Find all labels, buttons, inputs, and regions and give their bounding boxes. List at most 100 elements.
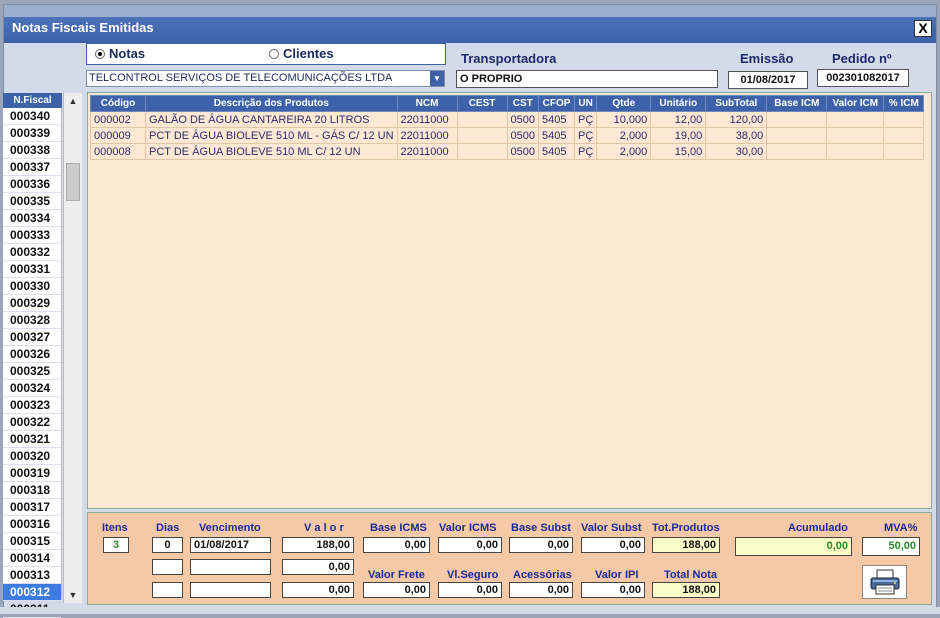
nfiscal-list-item[interactable]: 000333 xyxy=(3,227,61,244)
nfiscal-list-item[interactable]: 000320 xyxy=(3,448,61,465)
radio-notas-dot[interactable] xyxy=(95,48,105,59)
column-header[interactable]: NCM xyxy=(396,95,458,112)
radio-clientes[interactable]: Clientes xyxy=(269,46,334,61)
transportadora-field[interactable]: O PROPRIO xyxy=(456,70,718,88)
client-select-value: TELCONTROL SERVIÇOS DE TELECOMUNICAÇÕES … xyxy=(89,72,393,84)
valor-field-3[interactable]: 0,00 xyxy=(282,582,354,598)
table-cell: 2,000 xyxy=(596,127,652,144)
nfiscal-list-item[interactable]: 000335 xyxy=(3,193,61,210)
nfiscal-list-item[interactable]: 000313 xyxy=(3,567,61,584)
column-header[interactable]: Base ICM xyxy=(766,95,828,112)
table-cell: 22011000 xyxy=(396,127,458,144)
nfiscal-list-item[interactable]: 000337 xyxy=(3,159,61,176)
scroll-thumb[interactable] xyxy=(66,163,80,201)
table-cell: 5405 xyxy=(538,127,576,144)
dias-field-2[interactable] xyxy=(152,559,183,575)
nfiscal-list-item[interactable]: 000332 xyxy=(3,244,61,261)
table-cell: 12,00 xyxy=(650,111,707,128)
radio-notas[interactable]: Notas xyxy=(95,46,145,61)
vencimento-field-2[interactable] xyxy=(190,559,271,575)
nfiscal-list-item[interactable]: 000322 xyxy=(3,414,61,431)
column-header[interactable]: CFOP xyxy=(538,95,576,112)
acumulado-field[interactable]: 0,00 xyxy=(735,537,852,556)
table-cell xyxy=(826,111,885,128)
nfiscal-header[interactable]: N.Fiscal xyxy=(3,93,62,108)
nfiscal-list-item[interactable]: 000339 xyxy=(3,125,61,142)
valor-ipi-field[interactable]: 0,00 xyxy=(581,582,645,598)
column-header[interactable]: CST xyxy=(506,95,540,112)
nfiscal-list-item[interactable]: 000327 xyxy=(3,329,61,346)
emissao-label: Emissão xyxy=(740,51,794,66)
column-header[interactable]: Unitário xyxy=(650,95,707,112)
valor-field-1[interactable]: 188,00 xyxy=(282,537,354,553)
pedido-field[interactable]: 002301082017 xyxy=(817,69,909,87)
column-header[interactable]: CEST xyxy=(456,95,508,112)
scroll-up-icon[interactable]: ▲ xyxy=(64,93,82,109)
table-row[interactable]: 000008 PCT DE ÁGUA BIOLEVE 510 ML C/ 12 U… xyxy=(90,143,925,160)
mva-label: MVA% xyxy=(884,522,918,534)
nfiscal-list-item[interactable]: 000325 xyxy=(3,363,61,380)
nfiscal-list-item[interactable]: 000330 xyxy=(3,278,61,295)
nfiscal-list-item[interactable]: 000317 xyxy=(3,499,61,516)
table-cell: 5405 xyxy=(538,143,576,160)
table-row[interactable]: 000002 GALÃO DE ÁGUA CANTAREIRA 20 LITROS… xyxy=(90,111,925,128)
vl-seguro-field[interactable]: 0,00 xyxy=(438,582,502,598)
nfiscal-list-item[interactable]: 000314 xyxy=(3,550,61,567)
valor-frete-field[interactable]: 0,00 xyxy=(363,582,430,598)
column-header[interactable]: Descrição dos Produtos xyxy=(145,95,398,112)
valor-subst-field[interactable]: 0,00 xyxy=(581,537,645,553)
nfiscal-list-item[interactable]: 000323 xyxy=(3,397,61,414)
print-button[interactable] xyxy=(862,565,907,599)
nfiscal-list-item[interactable]: 000331 xyxy=(3,261,61,278)
nfiscal-list-item[interactable]: 000318 xyxy=(3,482,61,499)
nfiscal-list-item[interactable]: 000334 xyxy=(3,210,61,227)
client-select[interactable]: TELCONTROL SERVIÇOS DE TELECOMUNICAÇÕES … xyxy=(86,70,445,87)
tot-produtos-field[interactable]: 188,00 xyxy=(652,537,720,553)
column-header[interactable]: SubTotal xyxy=(705,95,768,112)
base-subst-field[interactable]: 0,00 xyxy=(509,537,573,553)
acessorias-field[interactable]: 0,00 xyxy=(509,582,573,598)
table-cell: 2,000 xyxy=(596,143,652,160)
dias-field-1[interactable]: 0 xyxy=(152,537,183,553)
chevron-down-icon[interactable]: ▼ xyxy=(430,71,444,86)
scroll-down-icon[interactable]: ▼ xyxy=(64,587,82,603)
vencimento-field-1[interactable]: 01/08/2017 xyxy=(190,537,271,553)
column-header[interactable]: Valor ICM xyxy=(826,95,885,112)
pedido-label: Pedido nº xyxy=(832,51,892,66)
vencimento-field-3[interactable] xyxy=(190,582,271,598)
table-row[interactable]: 000009 PCT DE ÁGUA BIOLEVE 510 ML - GÁS C… xyxy=(90,127,925,144)
nfiscal-list-item[interactable]: 000312 xyxy=(3,584,61,601)
nfiscal-list-item[interactable]: 000316 xyxy=(3,516,61,533)
column-header[interactable]: UN xyxy=(574,95,598,112)
column-header[interactable]: % ICM xyxy=(883,95,925,112)
column-header[interactable]: Qtde xyxy=(596,95,652,112)
nfiscal-list-item[interactable]: 000319 xyxy=(3,465,61,482)
column-header[interactable]: Código xyxy=(90,95,146,112)
nfiscal-list-item[interactable]: 000324 xyxy=(3,380,61,397)
radio-clientes-dot[interactable] xyxy=(269,48,279,59)
emissao-field[interactable]: 01/08/2017 xyxy=(728,71,808,89)
nfiscal-list-item[interactable]: 000328 xyxy=(3,312,61,329)
nfiscal-list-item[interactable]: 000338 xyxy=(3,142,61,159)
acumulado-label: Acumulado xyxy=(788,522,848,534)
table-cell: 0500 xyxy=(506,127,540,144)
nfiscal-list-item[interactable]: 000329 xyxy=(3,295,61,312)
total-nota-field[interactable]: 188,00 xyxy=(652,582,720,598)
close-button[interactable]: X xyxy=(914,20,932,37)
nfiscal-list-item[interactable]: 000321 xyxy=(3,431,61,448)
base-icms-field[interactable]: 0,00 xyxy=(363,537,430,553)
table-cell: 30,00 xyxy=(705,143,768,160)
valor-subst-label: Valor Subst xyxy=(581,522,642,534)
nfiscal-list-item[interactable]: 000340 xyxy=(3,108,61,125)
mva-field[interactable]: 50,00 xyxy=(862,537,920,556)
totals-panel: Itens 3 Dias 0 Vencimento 01/08/2017 V a… xyxy=(87,512,932,605)
dias-field-3[interactable] xyxy=(152,582,183,598)
itens-field[interactable]: 3 xyxy=(103,537,129,553)
table-cell xyxy=(766,143,828,160)
valor-field-2[interactable]: 0,00 xyxy=(282,559,354,575)
nfiscal-list-item[interactable]: 000336 xyxy=(3,176,61,193)
valor-icms-field[interactable]: 0,00 xyxy=(438,537,502,553)
nfiscal-list-item[interactable]: 000315 xyxy=(3,533,61,550)
nfiscal-scrollbar[interactable]: ▲ ▼ xyxy=(63,93,82,603)
nfiscal-list-item[interactable]: 000326 xyxy=(3,346,61,363)
